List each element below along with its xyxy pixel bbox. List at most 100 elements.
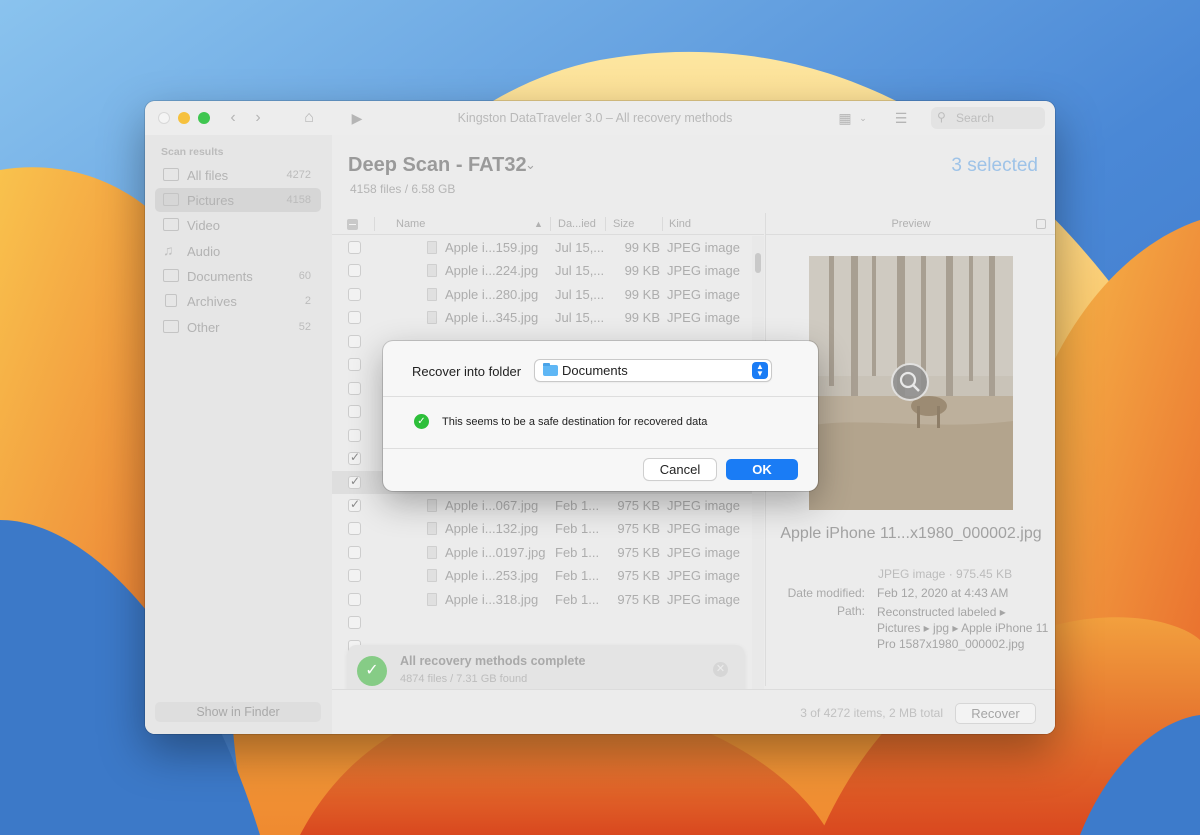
table-row[interactable]: Apple i...345.jpg Jul 15,... 99 KB JPEG ima… [332, 306, 752, 329]
page-title[interactable]: Deep Scan - FAT32 [348, 154, 527, 177]
file-kind: JPEG image [667, 568, 740, 584]
sidebar-item-label: Audio [187, 244, 221, 259]
sidebar-item-video[interactable]: Video [155, 213, 321, 237]
table-row[interactable]: Apple i...159.jpg Jul 15,... 99 KB JPEG ima… [332, 236, 752, 259]
sidebar-item-pictures[interactable]: Pictures 4158 [155, 188, 321, 212]
file-kind: JPEG image [667, 591, 740, 607]
file-kind: JPEG image [667, 240, 740, 255]
window-title: Kingston DataTraveler 3.0 – All recovery… [457, 111, 733, 125]
search-placeholder: Search [956, 111, 995, 125]
row-checkbox[interactable] [348, 497, 361, 512]
pictures-icon [163, 193, 179, 206]
table-row[interactable]: Apple i...132.jpg Feb 1... 975 KB JPEG imag… [332, 517, 752, 540]
sort-ascending-icon[interactable]: ▲ [534, 219, 543, 229]
archive-icon [165, 294, 177, 307]
search-input[interactable]: ⚲ Search [931, 107, 1045, 129]
selected-count: 3 selected [951, 155, 1038, 176]
row-checkbox[interactable] [348, 241, 361, 254]
selection-summary: 3 of 4272 items, 2 MB total [800, 706, 943, 720]
row-checkbox[interactable] [348, 474, 361, 489]
preview-thumbnail[interactable] [809, 256, 1013, 510]
file-kind: JPEG image [667, 521, 740, 537]
close-icon[interactable]: ✕ [713, 662, 728, 677]
row-checkbox[interactable] [348, 311, 361, 325]
sidebar-item-other[interactable]: Other 52 [155, 315, 321, 339]
sidebar-heading: Scan results [161, 146, 224, 158]
back-arrow-icon[interactable]: ‹ [223, 108, 243, 128]
play-circle-icon[interactable]: ▶ [347, 108, 367, 128]
row-checkbox[interactable] [348, 334, 361, 348]
scan-summary: 4158 files / 6.58 GB [350, 182, 456, 196]
file-size: 99 KB [624, 263, 660, 279]
file-size: 975 KB [617, 591, 660, 607]
row-checkbox[interactable] [348, 450, 361, 466]
date-modified-value: Feb 12, 2020 at 4:43 AM [877, 586, 1009, 600]
preview-heading: Preview [766, 213, 1055, 235]
view-mode-icon[interactable]: ▦ [835, 108, 855, 128]
destination-folder-select[interactable]: Documents ▲ ▼ [535, 360, 771, 381]
file-name: Apple i...224.jpg [445, 263, 539, 279]
row-checkbox[interactable] [348, 616, 361, 630]
sidebar-item-count: 2 [304, 295, 311, 307]
select-all-checkbox[interactable] [347, 219, 358, 230]
recover-folder-label: Recover into folder [412, 364, 522, 379]
row-checkbox[interactable] [348, 405, 361, 419]
row-checkbox[interactable] [348, 522, 361, 536]
sidebar-item-archives[interactable]: Archives 2 [155, 289, 321, 313]
music-note-icon: ♫ [163, 242, 174, 258]
window-zoom-button[interactable] [198, 112, 210, 124]
sidebar-item-label: Archives [187, 294, 237, 309]
sidebar-item-all-files[interactable]: All files 4272 [155, 163, 321, 187]
file-list-header: Name ▲ Da...ied Size Kind [332, 213, 764, 235]
table-row[interactable]: Apple i...0197.jpg Feb 1... 975 KB JPEG ima… [332, 541, 752, 564]
row-checkbox[interactable] [348, 264, 361, 278]
table-row[interactable]: Apple i...224.jpg Jul 15,... 99 KB JPEG ima… [332, 259, 752, 282]
sidebar-item-count: 4272 [286, 169, 311, 181]
file-size: 975 KB [617, 568, 660, 584]
table-row[interactable]: Apple i...318.jpg Feb 1... 975 KB JPEG imag… [332, 588, 752, 611]
window-minimize-button[interactable] [178, 112, 190, 124]
show-in-finder-button[interactable]: Show in Finder [155, 702, 321, 722]
column-kind[interactable]: Kind [669, 218, 691, 230]
ok-button[interactable]: OK [726, 459, 798, 480]
toast-title: All recovery methods complete [400, 654, 586, 668]
row-checkbox[interactable] [348, 545, 361, 559]
file-size: 99 KB [624, 286, 660, 302]
column-name[interactable]: Name [396, 218, 425, 230]
path-value: Reconstructed labeled ▸ Pictures ▸ jpg ▸… [877, 605, 1049, 651]
cancel-button[interactable]: Cancel [644, 459, 716, 480]
row-checkbox[interactable] [348, 428, 361, 442]
window-close-button[interactable] [158, 112, 170, 124]
column-date-modified[interactable]: Da...ied [558, 218, 596, 230]
sidebar-item-audio[interactable]: ♫ Audio [155, 239, 321, 263]
recover-button[interactable]: Recover [955, 703, 1036, 724]
file-name: Apple i...132.jpg [445, 521, 539, 537]
row-checkbox[interactable] [348, 569, 361, 583]
file-name: Apple i...318.jpg [445, 591, 539, 607]
table-row[interactable]: Apple i...253.jpg Feb 1... 975 KB JPEG imag… [332, 564, 752, 587]
table-row[interactable] [332, 611, 752, 634]
chevron-down-icon[interactable]: ⌄ [525, 157, 536, 173]
column-size[interactable]: Size [613, 218, 634, 230]
scrollbar-thumb[interactable] [755, 253, 761, 273]
expand-icon[interactable] [1036, 219, 1046, 229]
chevron-down-icon[interactable]: ⌄ [853, 108, 873, 128]
file-icon [427, 545, 437, 559]
row-checkbox[interactable] [348, 381, 361, 395]
footer-bar: 3 of 4272 items, 2 MB total Recover [332, 689, 1055, 734]
row-checkbox[interactable] [348, 287, 361, 301]
sidebar-item-count: 52 [298, 321, 311, 333]
row-checkbox[interactable] [348, 592, 361, 606]
table-row[interactable]: Apple i...280.jpg Jul 15,... 99 KB JPEG ima… [332, 283, 752, 306]
filter-sliders-icon[interactable]: ☰ [891, 108, 911, 128]
home-icon[interactable]: ⌂ [299, 108, 319, 128]
sidebar-item-label: Video [187, 218, 221, 233]
forward-arrow-icon[interactable]: › [248, 108, 268, 128]
file-icon [427, 522, 437, 536]
recover-dialog: Recover into folder Documents ▲ ▼ ✓ This … [383, 341, 818, 491]
sidebar-item-documents[interactable]: Documents 60 [155, 264, 321, 288]
row-checkbox[interactable] [348, 358, 361, 372]
table-row[interactable]: Apple i...067.jpgFeb 1...975 KBJPEG imag… [332, 494, 752, 517]
sidebar: Scan results All files 4272 Pictures 415… [145, 135, 332, 734]
other-files-icon [163, 320, 179, 333]
